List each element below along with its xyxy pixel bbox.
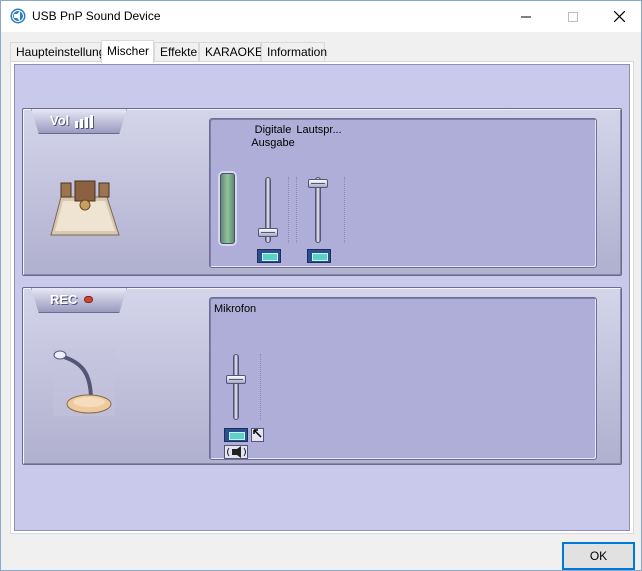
title-bar[interactable]: USB PnP Sound Device	[1, 1, 641, 32]
minimize-button[interactable]	[503, 1, 549, 32]
slider-thumb[interactable]	[226, 375, 246, 384]
speaker-app-icon	[10, 8, 26, 24]
close-icon	[613, 11, 625, 22]
record-channels-panel: Mikrofon	[209, 297, 597, 460]
speaker-boost-icon	[227, 446, 246, 458]
microphone-mute-button[interactable]	[224, 428, 248, 442]
channel-label-microphone: Mikrofon	[214, 303, 257, 315]
microphone-icon	[53, 348, 115, 416]
level-meter	[220, 173, 235, 244]
volume-bars-icon	[75, 115, 93, 128]
mixer-background: Vol Digitale Ausgabe Lautspr... REC Mikr…	[14, 64, 630, 531]
microphone-advanced-button[interactable]	[251, 428, 264, 442]
digital-output-mute-button[interactable]	[257, 249, 281, 263]
tab-haupteinstellung[interactable]: Haupteinstellung	[10, 42, 105, 62]
maximize-button[interactable]	[550, 1, 596, 32]
record-section: REC Mikrofon	[22, 287, 622, 465]
dialog-window: USB PnP Sound Device Haupteinstellung Mi…	[0, 0, 642, 571]
speaker-volume-slider[interactable]	[306, 177, 330, 243]
maximize-icon	[568, 11, 578, 22]
cursor-arrow-icon	[253, 429, 262, 438]
tab-mischer[interactable]: Mischer	[101, 40, 154, 63]
close-button[interactable]	[596, 1, 642, 32]
vol-header-label: Vol	[50, 113, 70, 128]
minimize-icon	[521, 16, 531, 17]
rec-header-label: REC	[50, 292, 78, 307]
record-led-icon	[84, 296, 93, 303]
digital-output-volume-slider[interactable]	[256, 177, 280, 243]
speaker-mute-button[interactable]	[307, 249, 331, 263]
playback-channels-panel: Digitale Ausgabe Lautspr...	[209, 118, 597, 268]
vol-section-header: Vol	[31, 108, 127, 134]
slider-thumb[interactable]	[308, 179, 328, 188]
tab-information[interactable]: Information	[261, 42, 327, 62]
mixer-tab-panel: Vol Digitale Ausgabe Lautspr... REC Mikr…	[10, 61, 634, 534]
speaker-output-icon	[50, 180, 120, 236]
channel-label-speaker: Lautspr...	[296, 124, 342, 136]
window-title: USB PnP Sound Device	[32, 9, 161, 23]
microphone-volume-slider[interactable]	[224, 354, 248, 420]
slider-thumb[interactable]	[258, 228, 278, 237]
playback-section: Vol Digitale Ausgabe Lautspr...	[22, 108, 622, 276]
ok-button[interactable]: OK	[562, 542, 635, 570]
microphone-boost-button[interactable]	[224, 445, 248, 459]
tab-effekte[interactable]: Effekte	[154, 42, 199, 62]
tab-karaoke[interactable]: KARAOKE	[199, 42, 263, 62]
rec-section-header: REC	[31, 287, 127, 313]
